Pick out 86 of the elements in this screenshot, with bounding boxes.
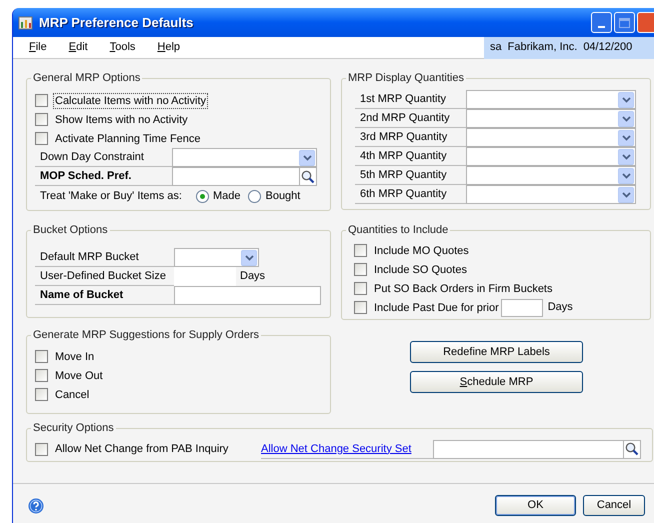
user-date: 04/12/200 [583,40,632,56]
dropdown-field[interactable] [172,148,317,167]
menu-item[interactable]: Tools [110,39,136,56]
dropdown-button[interactable] [618,148,634,164]
checkbox-label: Move Out [54,368,104,382]
chevron-down-icon [622,134,630,140]
user-name: sa [490,40,502,56]
checkbox[interactable] [35,369,48,382]
text-field[interactable] [174,286,321,305]
chevron-down-icon [622,154,630,160]
chevron-down-icon [622,172,630,178]
footer-button[interactable]: Cancel [583,495,645,516]
group-title: Security Options [31,421,116,435]
dropdown-button[interactable] [241,250,257,266]
field-label: Treat 'Make or Buy' Items as: [40,188,182,204]
dropdown-field[interactable] [466,185,636,204]
menu-item[interactable]: Edit [68,39,88,56]
checkbox-label: Include MO Quotes [373,244,470,258]
checkbox[interactable] [354,263,367,276]
footer-button[interactable]: OK [495,495,576,516]
unit-label: Days [548,300,573,316]
lookup-button[interactable] [623,440,640,458]
search-icon [625,442,639,456]
unit-label: Days [239,269,266,284]
lookup-field[interactable] [433,440,641,458]
checkbox-label: Put SO Back Orders in Firm Buckets [373,282,554,296]
lookup-button[interactable] [299,168,316,185]
checkbox[interactable] [35,388,48,401]
group-title: Bucket Options [31,223,110,237]
group-title: Quantities to Include [346,223,450,237]
checkbox-label: Allow Net Change from PAB Inquiry [54,442,230,456]
security-set-link[interactable]: Allow Net Change Security Set [261,440,433,458]
number-field[interactable] [174,267,236,286]
chevron-down-icon [302,154,312,160]
radio-label: Made [212,188,240,204]
menu-item[interactable]: Help [157,39,180,56]
checkbox-label: Calculate Items with no Activity [54,94,208,108]
radio-button[interactable] [196,190,209,202]
checkbox[interactable] [354,244,367,257]
dropdown-button[interactable] [618,186,634,202]
checkbox[interactable] [354,301,367,314]
radio-button[interactable] [248,190,262,202]
chevron-down-icon [622,116,630,122]
checkbox[interactable] [35,442,48,456]
checkbox[interactable] [35,113,48,126]
dropdown-button[interactable] [618,168,634,184]
checkbox-label: Cancel [54,388,90,402]
maximize-button[interactable] [614,12,635,33]
app-icon [18,14,34,30]
checkbox[interactable] [35,132,48,145]
menu-item[interactable]: File [29,39,47,56]
checkbox[interactable] [35,350,48,363]
chevron-down-icon [622,192,630,198]
group-title: Generate MRP Suggestions for Supply Orders [31,328,262,342]
dropdown-field[interactable] [466,109,636,128]
checkbox-label: Activate Planning Time Fence [54,132,202,146]
dropdown-field[interactable] [466,90,636,109]
dropdown-field[interactable] [466,147,636,166]
chevron-down-icon [244,254,254,260]
group-title: MRP Display Quantities [346,71,466,85]
action-button[interactable]: Schedule MRP [410,371,583,393]
group-title: General MRP Options [31,71,142,85]
dropdown-button[interactable] [618,110,634,126]
checkbox-label: Show Items with no Activity [54,112,189,126]
radio-label: Bought [265,188,300,204]
minimize-button[interactable] [591,12,612,33]
help-icon[interactable] [28,498,44,514]
action-button[interactable]: Redefine MRP Labels [410,341,583,363]
checkbox-label: Include SO Quotes [373,262,468,276]
chevron-down-icon [622,96,630,102]
dropdown-button[interactable] [618,130,634,146]
checkbox[interactable] [354,282,367,295]
close-button[interactable] [637,12,654,33]
checkbox-label: Move In [54,350,96,364]
checkbox-label: Include Past Due for prior [373,300,500,314]
search-icon [301,170,315,184]
dropdown-button[interactable] [618,92,634,108]
dropdown-field[interactable] [466,128,636,147]
window-title: MRP Preference Defaults [39,14,194,32]
dropdown-field[interactable] [466,166,636,185]
dropdown-field[interactable] [174,248,259,267]
lookup-field[interactable] [172,167,317,186]
dropdown-button[interactable] [299,150,315,166]
checkbox[interactable] [35,94,48,107]
number-field[interactable] [500,298,543,316]
company-name: Fabrikam, Inc. [508,40,578,56]
